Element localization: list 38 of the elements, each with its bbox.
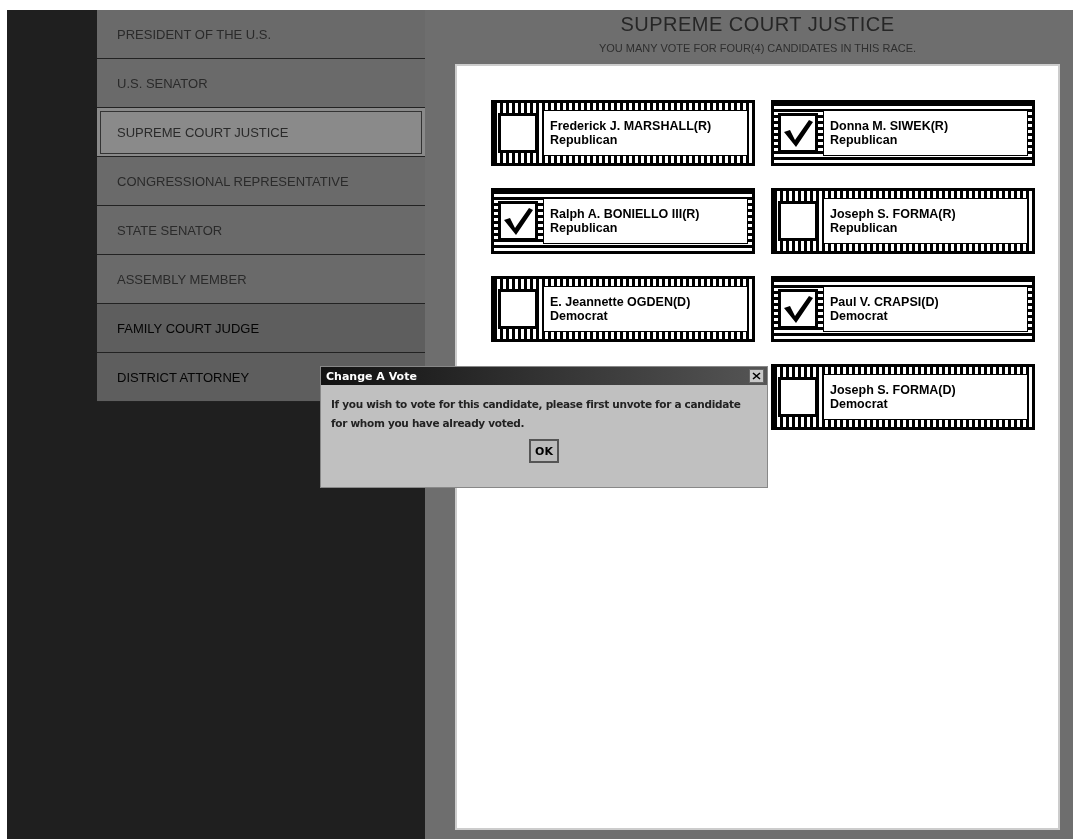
candidate-name: Ralph A. BONIELLO III(R) (550, 207, 701, 221)
candidate-name: Frederick J. MARSHALL(R) (550, 119, 713, 133)
vote-checkbox[interactable] (778, 113, 818, 153)
candidate-option[interactable]: Donna M. SIWEK(R) Republican (771, 100, 1035, 166)
candidate-name: Paul V. CRAPSI(D) (830, 295, 940, 309)
candidate-option[interactable]: Frederick J. MARSHALL(R) Republican (491, 100, 755, 166)
candidate-option[interactable]: Paul V. CRAPSI(D) Democrat (771, 276, 1035, 342)
vote-checkbox[interactable] (498, 201, 538, 241)
candidate-name: Donna M. SIWEK(R) (830, 119, 950, 133)
candidate-option[interactable]: Ralph A. BONIELLO III(R) Republican (491, 188, 755, 254)
candidate-party: Republican (830, 221, 899, 235)
check-icon (782, 118, 814, 148)
candidate-option[interactable]: E. Jeannette OGDEN(D) Democrat (491, 276, 755, 342)
candidate-name: E. Jeannette OGDEN(D) (550, 295, 692, 309)
ok-button[interactable]: OK (529, 439, 559, 463)
vote-checkbox[interactable] (498, 289, 538, 329)
candidate-party: Republican (830, 133, 899, 147)
vote-checkbox[interactable] (778, 377, 818, 417)
candidate-party: Democrat (830, 397, 889, 411)
race-title: SUPREME COURT JUSTICE (620, 13, 895, 36)
race-tab[interactable]: SUPREME COURT JUSTICE (97, 108, 425, 157)
close-button[interactable] (749, 369, 764, 383)
vote-checkbox[interactable] (498, 113, 538, 153)
candidate-option[interactable]: Joseph S. FORMA(D) Democrat (771, 364, 1035, 430)
vote-instruction: YOU MANY VOTE FOR FOUR(4) CANDIDATES IN THIS RACE. (598, 42, 917, 54)
candidate-option[interactable]: Joseph S. FORMA(R) Republican (771, 188, 1035, 254)
candidate-party: Democrat (550, 309, 609, 323)
candidate-name: Joseph S. FORMA(R) (830, 207, 957, 221)
candidate-name: Joseph S. FORMA(D) (830, 383, 957, 397)
close-icon (752, 372, 761, 380)
vote-checkbox[interactable] (778, 201, 818, 241)
candidate-party: Democrat (830, 309, 889, 323)
candidate-party: Republican (550, 133, 619, 147)
check-icon (502, 206, 534, 236)
dialog-title: Change A Vote (326, 369, 417, 383)
candidate-party: Republican (550, 221, 619, 235)
vote-checkbox[interactable] (778, 289, 818, 329)
check-icon (782, 294, 814, 324)
